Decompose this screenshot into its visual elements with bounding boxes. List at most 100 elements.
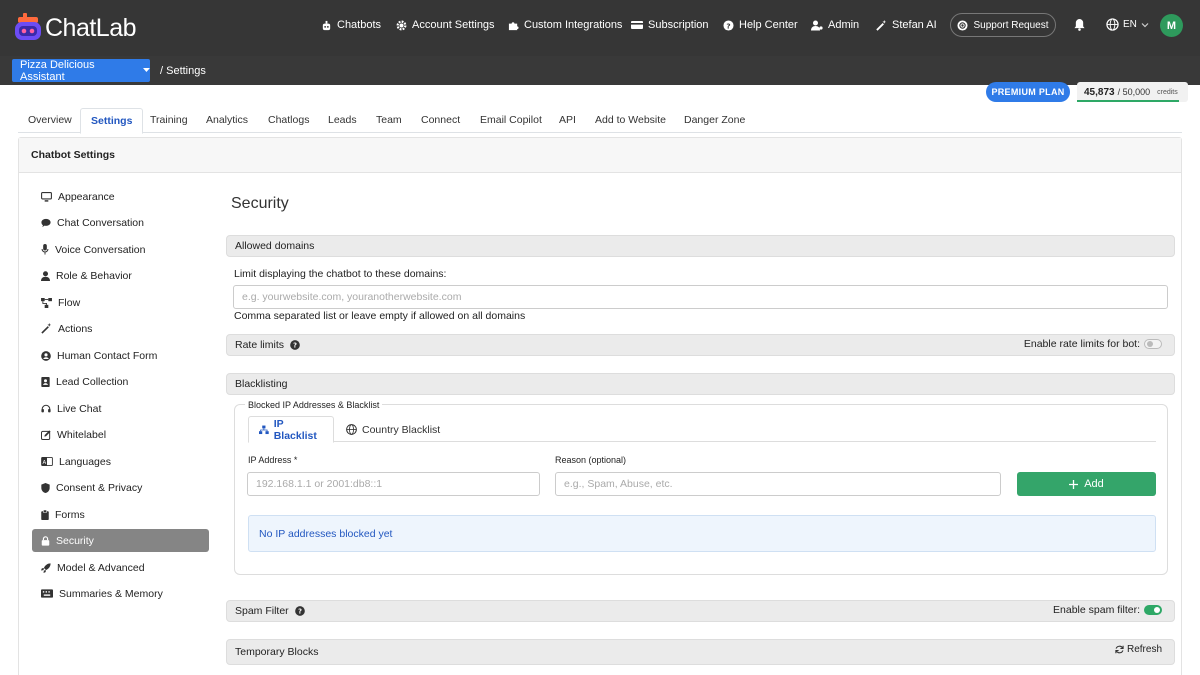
sidebar-item-model-advanced[interactable]: Model & Advanced xyxy=(32,556,209,579)
nav-admin[interactable]: Admin xyxy=(811,17,859,33)
sidebar-item-chat-conversation[interactable]: Chat Conversation xyxy=(32,211,209,234)
sidebar-item-actions[interactable]: Actions xyxy=(32,317,209,340)
svg-text:A: A xyxy=(42,460,46,466)
sidebar-item-live-chat[interactable]: Live Chat xyxy=(32,397,209,420)
language-label: EN xyxy=(1123,19,1137,30)
tab-chatlogs[interactable]: Chatlogs xyxy=(268,108,309,133)
magic-wand-icon xyxy=(876,19,887,31)
plus-icon xyxy=(1069,479,1079,489)
sidebar-item-label: Live Chat xyxy=(57,402,102,415)
blacklist-legend: Blocked IP Addresses & Blacklist xyxy=(245,398,383,408)
app-logo[interactable]: ChatLab xyxy=(14,8,137,48)
blacklist-panel: Blocked IP Addresses & Blacklist IP Blac… xyxy=(234,398,1168,575)
nav-account-settings[interactable]: Account Settings xyxy=(396,17,495,33)
sidebar-item-flow[interactable]: Flow xyxy=(32,291,209,314)
notifications-bell[interactable] xyxy=(1074,18,1085,31)
sidebar-item-security[interactable]: Security xyxy=(32,529,209,552)
credits-progress-bar xyxy=(1077,100,1179,102)
sidebar-item-consent-privacy[interactable]: Consent & Privacy xyxy=(32,476,209,499)
refresh-label: Refresh xyxy=(1126,644,1162,655)
monitor-icon xyxy=(41,191,52,202)
rate-limits-header: Rate limits ? Enable rate limits for bot… xyxy=(226,334,1175,356)
bell-icon xyxy=(1074,19,1085,31)
language-selector[interactable]: EN xyxy=(1106,18,1153,31)
rate-limits-toggle[interactable] xyxy=(1144,339,1162,349)
tab-overview[interactable]: Overview xyxy=(28,108,72,133)
spam-filter-toggle[interactable] xyxy=(1144,605,1162,615)
tab-training[interactable]: Training xyxy=(150,108,188,133)
spam-filter-header: Spam Filter ? Enable spam filter: xyxy=(226,600,1175,622)
tab-add-to-website[interactable]: Add to Website xyxy=(595,108,666,133)
support-request-label: Support Request xyxy=(973,19,1049,31)
tab-api[interactable]: API xyxy=(559,108,576,133)
sidebar-item-label: Whitelabel xyxy=(57,428,107,441)
sidebar-item-whitelabel[interactable]: Whitelabel xyxy=(32,423,209,446)
spam-filter-title: Spam Filter xyxy=(235,605,289,617)
tab-ip-blacklist[interactable]: IP Blacklist xyxy=(248,416,334,443)
chatbot-settings-card: Chatbot Settings Appearance Chat Convers… xyxy=(18,137,1182,675)
nav-help-center[interactable]: ? Help Center xyxy=(723,17,798,33)
temporary-blocks-title: Temporary Blocks xyxy=(235,646,319,658)
ip-address-input[interactable] xyxy=(247,472,540,496)
edit-icon xyxy=(41,429,51,440)
tab-team[interactable]: Team xyxy=(376,108,402,133)
tab-connect[interactable]: Connect xyxy=(421,108,460,133)
user-circle-icon xyxy=(41,350,51,361)
nav-subscription[interactable]: Subscription xyxy=(631,17,709,33)
sidebar-item-label: Flow xyxy=(58,296,81,309)
allowed-domains-input[interactable] xyxy=(233,285,1168,309)
sidebar-item-label: Model & Advanced xyxy=(57,561,145,574)
rate-limits-toggle-label: Enable rate limits for bot: xyxy=(1023,338,1140,350)
tab-leads[interactable]: Leads xyxy=(328,108,357,133)
keyboard-icon xyxy=(41,589,53,598)
reason-input[interactable] xyxy=(555,472,1001,496)
help-icon[interactable]: ? xyxy=(290,340,300,350)
credits-unit: credits xyxy=(1157,88,1178,96)
card-title: Chatbot Settings xyxy=(19,138,1181,173)
ip-blacklist-empty-message: No IP addresses blocked yet xyxy=(248,515,1156,552)
sidebar-item-label: Lead Collection xyxy=(56,375,129,388)
sidebar-item-label: Role & Behavior xyxy=(56,269,132,282)
premium-plan-badge[interactable]: PREMIUM PLAN xyxy=(986,82,1070,102)
robot-logo-icon xyxy=(15,13,41,40)
sidebar-item-lead-collection[interactable]: Lead Collection xyxy=(32,370,209,393)
language-icon: A xyxy=(41,457,53,466)
sidebar-item-role-behavior[interactable]: Role & Behavior xyxy=(32,264,209,287)
sidebar-item-human-contact-form[interactable]: Human Contact Form xyxy=(32,344,209,367)
sidebar-item-forms[interactable]: Forms xyxy=(32,503,209,526)
contact-book-icon xyxy=(41,376,50,387)
user-icon xyxy=(41,270,50,281)
blacklisting-header: Blacklisting xyxy=(226,373,1175,395)
chatbot-selector-dropdown[interactable]: Pizza Delicious Assistant xyxy=(12,59,150,83)
sidebar-item-label: Forms xyxy=(55,508,85,521)
allowed-domains-help: Comma separated list or leave empty if a… xyxy=(234,310,526,322)
tab-country-blacklist[interactable]: Country Blacklist xyxy=(336,416,450,443)
tab-settings[interactable]: Settings xyxy=(80,108,144,134)
nav-chatbots[interactable]: Chatbots xyxy=(321,17,381,33)
support-request-button[interactable]: Support Request xyxy=(950,13,1056,37)
nav-admin-label: Admin xyxy=(828,19,860,31)
tab-email-copilot[interactable]: Email Copilot xyxy=(480,108,542,133)
sidebar-item-languages[interactable]: A Languages xyxy=(32,450,209,473)
help-icon[interactable]: ? xyxy=(294,606,305,616)
tab-danger-zone[interactable]: Danger Zone xyxy=(684,108,745,133)
sidebar-item-summaries-memory[interactable]: Summaries & Memory xyxy=(32,582,209,605)
top-navbar: ChatLab Chatbots Account Settings Custom… xyxy=(0,0,1200,56)
comment-icon xyxy=(41,218,51,227)
spam-filter-toggle-group: Enable spam filter: xyxy=(1053,604,1162,616)
sidebar-item-appearance[interactable]: Appearance xyxy=(32,185,209,208)
nav-chatbots-label: Chatbots xyxy=(337,19,382,31)
sidebar-item-voice-conversation[interactable]: Voice Conversation xyxy=(32,238,209,261)
spam-filter-toggle-label: Enable spam filter: xyxy=(1053,604,1140,616)
nav-custom-integrations[interactable]: Custom Integrations xyxy=(508,17,622,33)
refresh-button[interactable]: Refresh xyxy=(1115,644,1162,655)
temporary-blocks-header: Temporary Blocks Refresh xyxy=(226,639,1175,665)
add-ip-button[interactable]: Add xyxy=(1017,472,1156,496)
nav-stefan-ai[interactable]: Stefan AI xyxy=(876,17,937,33)
tab-analytics[interactable]: Analytics xyxy=(206,108,248,133)
user-avatar[interactable]: M xyxy=(1160,14,1183,37)
svg-text:?: ? xyxy=(298,608,302,616)
sidebar-item-label: Security xyxy=(56,534,94,547)
allowed-domains-header: Allowed domains xyxy=(226,235,1175,257)
add-ip-label: Add xyxy=(1084,478,1104,490)
